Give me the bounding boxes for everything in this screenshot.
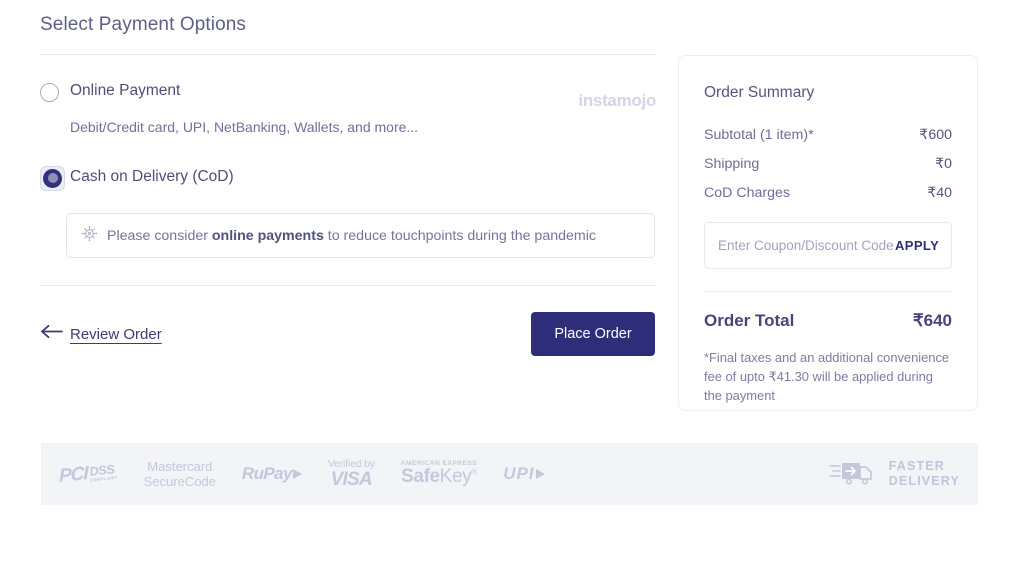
notice-text-bold: online payments: [211, 227, 324, 244]
radio-unselected-icon: [40, 82, 59, 102]
payment-option-online-label: Online Payment: [70, 82, 181, 99]
summary-cod-label: CoD Charges: [704, 184, 790, 201]
faster-line1: FASTER: [888, 459, 945, 473]
coupon-input[interactable]: [718, 238, 895, 253]
payment-options-column: Select Payment Options Online Payment De…: [40, 14, 656, 356]
radio-cash-on-delivery[interactable]: [40, 165, 70, 191]
faster-delivery-text: FASTER DELIVERY: [889, 459, 960, 489]
arrow-left-icon: [40, 324, 64, 344]
summary-row-shipping: Shipping ₹0: [704, 149, 952, 178]
rupay-label: RuPay: [241, 463, 293, 483]
delivery-truck-icon: [828, 457, 879, 492]
radio-selected-icon: [43, 168, 62, 188]
pci-label: PCI: [59, 463, 88, 488]
pandemic-notice: Please consider online payments to reduc…: [66, 213, 655, 258]
rupay-arrow-icon: [292, 468, 302, 479]
visa-verified-label: Verified by: [327, 457, 375, 470]
payment-option-cod[interactable]: Cash on Delivery (CoD): [40, 165, 655, 191]
safekey-wordmark: SafeKey®: [401, 466, 477, 488]
virus-icon: [81, 225, 98, 247]
amex-safekey-badge: AMERICAN EXPRESS SafeKey®: [401, 460, 478, 488]
coupon-field-wrapper: APPLY: [704, 222, 952, 269]
order-total-label: Order Total: [704, 311, 795, 330]
payment-option-online[interactable]: Online Payment Debit/Credit card, UPI, N…: [40, 79, 656, 137]
mastercard-line2: SecureCode: [143, 473, 216, 489]
visa-label: VISA: [330, 468, 373, 490]
instamojo-logo: instamojo: [578, 91, 656, 110]
faster-line2: DELIVERY: [888, 474, 960, 488]
actions-row: Review Order Place Order: [40, 312, 655, 356]
summary-row-subtotal: Subtotal (1 item)* ₹600: [704, 120, 952, 149]
payment-option-cod-label: Cash on Delivery (CoD): [70, 168, 234, 185]
mastercard-line1: Mastercard: [147, 458, 213, 474]
faster-delivery-badge: FASTER DELIVERY: [828, 457, 960, 492]
mastercard-securecode-badge: Mastercard SecureCode: [144, 459, 216, 489]
upi-badge: UPI: [503, 463, 545, 484]
order-summary-card: Order Summary Subtotal (1 item)* ₹600 Sh…: [678, 55, 978, 411]
pci-compliant-label: COMPLIANT: [89, 474, 118, 483]
safekey-safe: Safe: [401, 466, 440, 488]
summary-row-cod-charges: CoD Charges ₹40: [704, 178, 952, 207]
rupay-badge: RuPay: [242, 464, 302, 484]
review-order-link[interactable]: Review Order: [40, 324, 162, 344]
radio-focus-ring: [40, 165, 65, 191]
review-order-label: Review Order: [70, 325, 162, 343]
summary-shipping-label: Shipping: [704, 155, 760, 172]
summary-total-divider: [704, 291, 952, 292]
summary-subtotal-value: ₹600: [919, 126, 952, 143]
actions-divider: [40, 285, 655, 286]
summary-subtotal-label: Subtotal (1 item)*: [704, 126, 814, 143]
payment-option-online-description: Debit/Credit card, UPI, NetBanking, Wall…: [70, 119, 419, 135]
trust-badges-footer: PCI DSS COMPLIANT Mastercard SecureCode …: [41, 443, 978, 505]
notice-text-before: Please consider: [107, 227, 212, 244]
pandemic-notice-text: Please consider online payments to reduc…: [107, 227, 596, 245]
verified-by-visa-badge: Verified by VISA: [327, 457, 375, 490]
order-total-value: ₹640: [912, 311, 952, 330]
payment-options-list: Online Payment Debit/Credit card, UPI, N…: [40, 55, 656, 258]
safekey-key: Key: [439, 466, 472, 488]
order-total-fine-print: *Final taxes and an additional convenien…: [704, 350, 950, 403]
order-total-row: Order Total ₹640: [704, 311, 952, 331]
radio-online-payment[interactable]: [40, 79, 70, 105]
order-summary-title: Order Summary: [704, 84, 815, 101]
pci-dss-stack: DSS COMPLIANT: [89, 462, 118, 485]
safekey-registered-mark: ®: [471, 467, 477, 477]
page-title: Select Payment Options: [40, 14, 247, 35]
notice-text-after: to reduce touchpoints during the pandemi…: [323, 227, 596, 244]
apply-coupon-button[interactable]: APPLY: [895, 238, 939, 253]
upi-label: UPI: [503, 463, 535, 483]
place-order-button[interactable]: Place Order: [531, 312, 655, 356]
checkout-payment-page: Select Payment Options Online Payment De…: [0, 0, 1024, 569]
trust-badges-group: PCI DSS COMPLIANT Mastercard SecureCode …: [59, 457, 545, 490]
summary-cod-value: ₹40: [927, 184, 952, 201]
summary-shipping-value: ₹0: [935, 155, 952, 172]
pci-dss-badge: PCI DSS COMPLIANT: [59, 460, 118, 488]
upi-arrow-icon: [535, 468, 545, 479]
